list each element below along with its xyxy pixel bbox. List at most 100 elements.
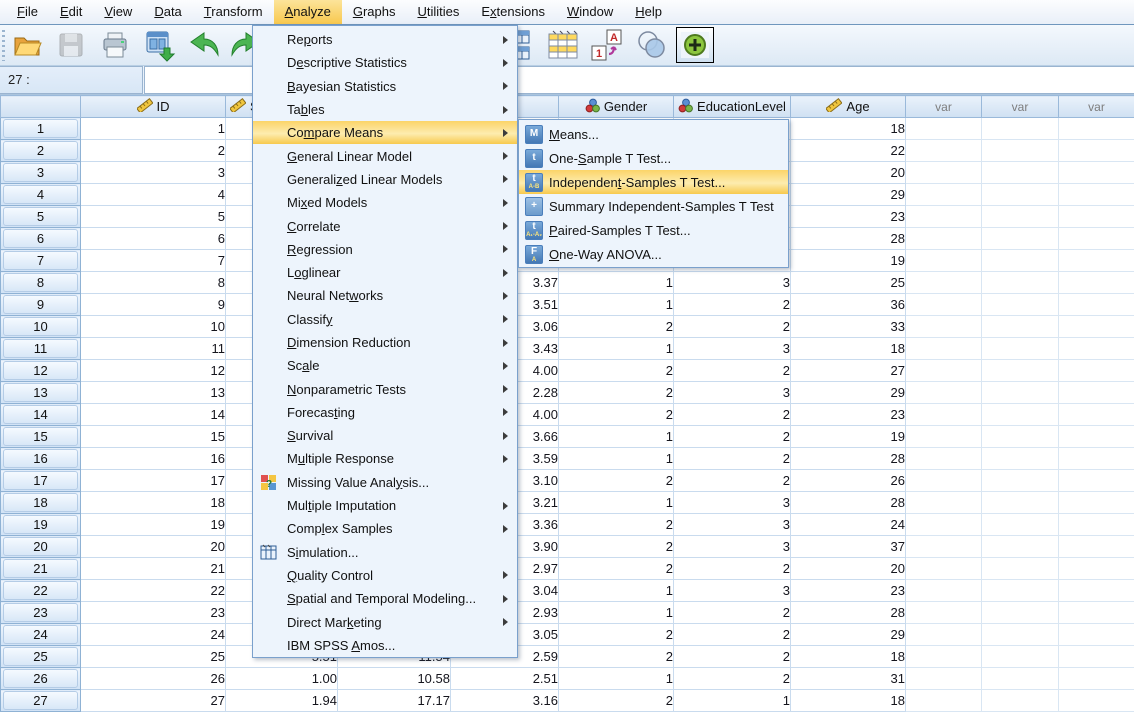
- cell[interactable]: [906, 558, 982, 580]
- cell[interactable]: [1059, 470, 1134, 492]
- cell[interactable]: 2: [674, 426, 791, 448]
- cell[interactable]: 2: [674, 294, 791, 316]
- cell[interactable]: 21: [81, 558, 226, 580]
- cell[interactable]: [1059, 382, 1134, 404]
- cell[interactable]: 3: [674, 514, 791, 536]
- row-header[interactable]: 1: [1, 118, 81, 140]
- cell[interactable]: 27: [81, 690, 226, 712]
- cell[interactable]: [906, 426, 982, 448]
- cell[interactable]: 6: [81, 228, 226, 250]
- cell[interactable]: [982, 294, 1059, 316]
- row-header[interactable]: 10: [1, 316, 81, 338]
- cell[interactable]: [1059, 272, 1134, 294]
- cell[interactable]: [1059, 118, 1134, 140]
- cell[interactable]: 2: [674, 668, 791, 690]
- cell[interactable]: [982, 140, 1059, 162]
- cell[interactable]: [1059, 492, 1134, 514]
- cell[interactable]: 5: [81, 206, 226, 228]
- cell[interactable]: 1: [559, 272, 674, 294]
- cell[interactable]: [982, 426, 1059, 448]
- analyze-menu-item-complex-samples[interactable]: Complex Samples: [253, 517, 517, 540]
- row-header[interactable]: 6: [1, 228, 81, 250]
- analyze-menu-item-descriptive-statistics[interactable]: Descriptive Statistics: [253, 51, 517, 74]
- row-header[interactable]: 17: [1, 470, 81, 492]
- cell[interactable]: 1: [81, 118, 226, 140]
- cell[interactable]: [906, 470, 982, 492]
- cell[interactable]: 1: [559, 668, 674, 690]
- cell[interactable]: 20: [791, 162, 906, 184]
- cell[interactable]: 3: [674, 536, 791, 558]
- cell[interactable]: [1059, 514, 1134, 536]
- cell[interactable]: 3: [674, 492, 791, 514]
- cell[interactable]: 1: [559, 492, 674, 514]
- cell[interactable]: [982, 514, 1059, 536]
- cell[interactable]: 2: [81, 140, 226, 162]
- row-header[interactable]: 3: [1, 162, 81, 184]
- row-header[interactable]: 18: [1, 492, 81, 514]
- cell[interactable]: 23: [791, 404, 906, 426]
- save-icon[interactable]: [52, 27, 90, 63]
- analyze-menu-item-multiple-imputation[interactable]: Multiple Imputation: [253, 494, 517, 517]
- analyze-menu-item-mixed-models[interactable]: Mixed Models: [253, 191, 517, 214]
- row-header[interactable]: 15: [1, 426, 81, 448]
- cell[interactable]: 2: [559, 536, 674, 558]
- cell[interactable]: 31: [791, 668, 906, 690]
- cell[interactable]: 23: [81, 602, 226, 624]
- cell[interactable]: 24: [791, 514, 906, 536]
- cell[interactable]: [906, 360, 982, 382]
- menubar-item-analyze[interactable]: Analyze: [274, 0, 342, 24]
- cell[interactable]: [982, 580, 1059, 602]
- cell[interactable]: 37: [791, 536, 906, 558]
- row-header[interactable]: 4: [1, 184, 81, 206]
- cell[interactable]: [982, 360, 1059, 382]
- cell[interactable]: [982, 272, 1059, 294]
- row-header[interactable]: 14: [1, 404, 81, 426]
- cell[interactable]: 3: [674, 272, 791, 294]
- analyze-menu-item-forecasting[interactable]: Forecasting: [253, 401, 517, 424]
- column-header-educationlevel[interactable]: EducationLevel: [674, 96, 791, 118]
- cell[interactable]: [1059, 206, 1134, 228]
- cell[interactable]: 22: [791, 140, 906, 162]
- row-header[interactable]: 22: [1, 580, 81, 602]
- menubar-item-extensions[interactable]: Extensions: [470, 0, 556, 24]
- analyze-menu-item-ibm-spss-amos[interactable]: IBM SPSS Amos...: [253, 634, 517, 657]
- cell[interactable]: [906, 118, 982, 140]
- cell[interactable]: 29: [791, 382, 906, 404]
- cell[interactable]: [906, 448, 982, 470]
- submenu-item-independent-samples-t-test[interactable]: tA-BIndependent-Samples T Test...: [519, 170, 788, 194]
- row-header[interactable]: 9: [1, 294, 81, 316]
- cell[interactable]: 11: [81, 338, 226, 360]
- cell[interactable]: 26: [81, 668, 226, 690]
- cell[interactable]: [1059, 624, 1134, 646]
- cell[interactable]: [906, 536, 982, 558]
- cell[interactable]: [906, 690, 982, 712]
- cell[interactable]: [1059, 294, 1134, 316]
- cell[interactable]: 8: [81, 272, 226, 294]
- analyze-menu-item-bayesian-statistics[interactable]: Bayesian Statistics: [253, 75, 517, 98]
- submenu-item-one-way-anova[interactable]: FAOne-Way ANOVA...: [519, 242, 788, 266]
- row-header[interactable]: 7: [1, 250, 81, 272]
- cell[interactable]: [906, 184, 982, 206]
- cell[interactable]: [906, 228, 982, 250]
- cell[interactable]: 36: [791, 294, 906, 316]
- cell[interactable]: [1059, 646, 1134, 668]
- cell[interactable]: 17: [81, 470, 226, 492]
- row-header[interactable]: 25: [1, 646, 81, 668]
- cell[interactable]: [1059, 448, 1134, 470]
- cell[interactable]: 33: [791, 316, 906, 338]
- row-header[interactable]: 12: [1, 360, 81, 382]
- analyze-menu-item-simulation[interactable]: Simulation...: [253, 541, 517, 564]
- cell[interactable]: 18: [791, 646, 906, 668]
- cell[interactable]: 2.51: [451, 668, 559, 690]
- cell[interactable]: 22: [81, 580, 226, 602]
- cell[interactable]: [1059, 184, 1134, 206]
- menubar-item-data[interactable]: Data: [143, 0, 192, 24]
- cell[interactable]: [1059, 250, 1134, 272]
- cell[interactable]: 20: [791, 558, 906, 580]
- cell[interactable]: 2: [674, 360, 791, 382]
- cell[interactable]: [1059, 162, 1134, 184]
- cell[interactable]: [982, 184, 1059, 206]
- cell[interactable]: 20: [81, 536, 226, 558]
- cell[interactable]: 2: [674, 558, 791, 580]
- cell[interactable]: 14: [81, 404, 226, 426]
